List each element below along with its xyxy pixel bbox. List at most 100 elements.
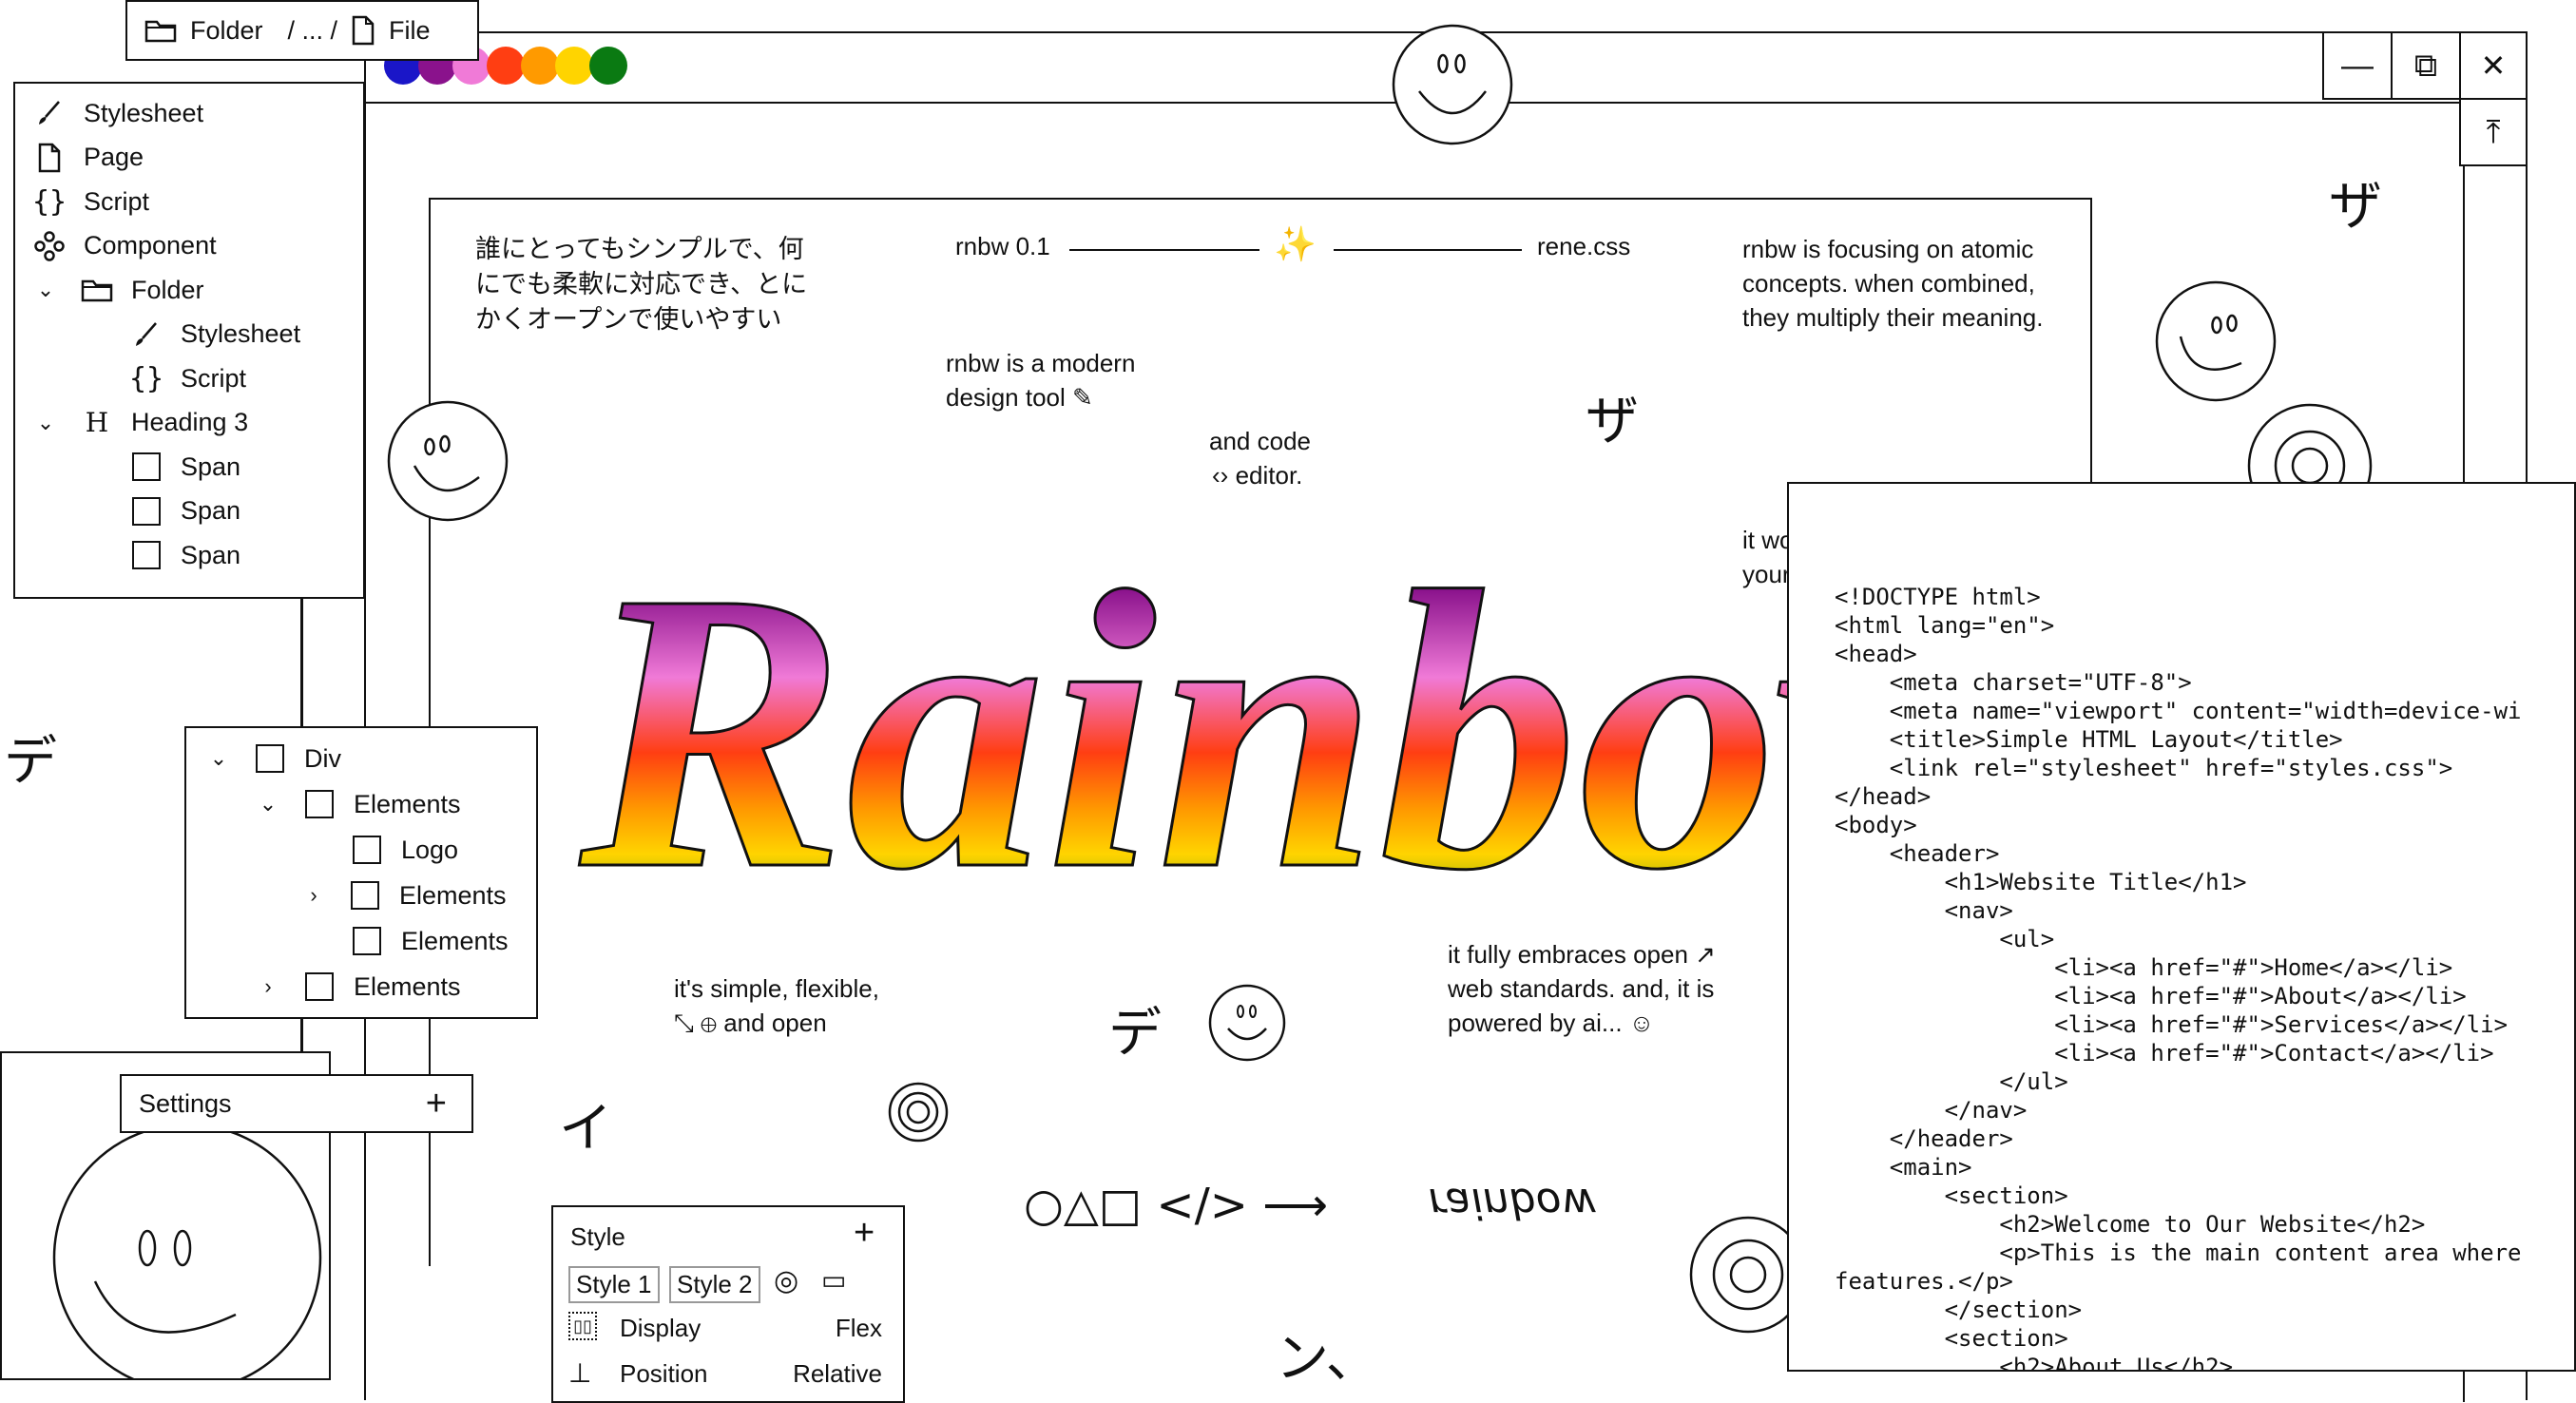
simple-text-1: it's simple, flexible, xyxy=(674,974,879,1003)
layer-item-label: Page xyxy=(84,143,144,171)
close-button[interactable]: ✕ xyxy=(2459,31,2528,100)
smiley-icon xyxy=(1392,24,1513,145)
smile-icon: ☺ xyxy=(1628,1009,1655,1037)
code-lines: <!DOCTYPE html> <html lang="en"> <head> <m… xyxy=(1835,583,2574,1372)
layer-item[interactable]: Span xyxy=(129,444,240,490)
layer-item[interactable]: Page xyxy=(32,135,144,181)
target-ring-icon xyxy=(888,1082,949,1143)
collapse-button[interactable]: ⤒ xyxy=(2459,98,2528,166)
divider xyxy=(1334,249,1522,251)
tree-item-label: Logo xyxy=(401,835,459,864)
add-setting-button[interactable]: + xyxy=(426,1084,447,1124)
chevron-down-icon[interactable]: ⌄ xyxy=(32,411,59,435)
layer-item[interactable]: Component xyxy=(32,223,217,269)
kana-i: イ xyxy=(559,1098,612,1160)
settings-bar[interactable]: Settings + xyxy=(120,1074,473,1133)
link-rings-icon[interactable]: ◎ xyxy=(774,1264,798,1297)
layer-item-label: Folder xyxy=(131,275,204,304)
style-chip-2[interactable]: Style 2 xyxy=(669,1266,760,1303)
code-line: features.</p> xyxy=(1835,1268,2013,1295)
chevron-right-icon[interactable]: › xyxy=(300,883,327,908)
color-swatch[interactable] xyxy=(589,47,627,85)
hero-word: Rainbow xyxy=(573,509,1806,913)
style-chip-1[interactable]: Style 1 xyxy=(568,1266,660,1303)
color-swatch[interactable] xyxy=(521,47,559,85)
add-style-button[interactable]: + xyxy=(854,1213,875,1254)
file-icon xyxy=(352,15,375,46)
version-label: rnbw 0.1 xyxy=(955,232,1050,260)
code-line: <li><a href="#">Services</a></li> xyxy=(1835,1011,2509,1038)
checkbox-icon[interactable] xyxy=(302,970,336,1004)
layer-item-label: Component xyxy=(84,231,217,259)
layer-item-label: Span xyxy=(181,452,241,481)
content-page-edge xyxy=(2090,198,2092,483)
breadcrumb-folder[interactable]: Folder xyxy=(190,16,263,46)
tree-item[interactable]: › Elements xyxy=(300,873,507,918)
style-panel-title: Style xyxy=(570,1222,625,1251)
color-swatch[interactable] xyxy=(555,47,593,85)
modern-text-1: rnbw is a modern xyxy=(946,349,1136,377)
layer-item-label: Stylesheet xyxy=(181,319,301,348)
layer-item[interactable]: Span xyxy=(129,532,240,578)
element-tree-panel: ⌄ Div ⌄ Elements Logo › Elements Elements › Eleme… xyxy=(184,726,538,1019)
code-line: <p>This is the main content area where xyxy=(1835,1240,2522,1266)
atomic-text: rnbw is focusing on atomic concepts. whe… xyxy=(1742,235,2044,332)
breadcrumb: Folder / ... / File xyxy=(125,0,479,61)
tree-item[interactable]: Elements xyxy=(350,918,509,964)
checkbox-icon[interactable] xyxy=(348,878,382,913)
chevron-right-icon[interactable]: › xyxy=(255,974,281,999)
code-line: <li><a href="#">Contact</a></li> xyxy=(1835,1040,2494,1067)
chevron-down-icon[interactable]: ⌄ xyxy=(205,746,232,771)
layer-item[interactable]: Span xyxy=(129,489,240,534)
position-value[interactable]: Relative xyxy=(793,1359,882,1389)
layer-item[interactable]: Stylesheet xyxy=(129,312,300,357)
layer-item[interactable]: ⌄ H Heading 3 xyxy=(32,400,248,446)
tree-item[interactable]: ⌄ Div xyxy=(205,736,341,781)
tree-item-label: Elements xyxy=(354,971,461,1001)
code-editor[interactable]: <!DOCTYPE html> <html lang="en"> <head> <m… xyxy=(1787,482,2576,1372)
code-line: <title>Simple HTML Layout</title> xyxy=(1835,726,2343,753)
code-line: <h2>Welcome to Our Website</h2> xyxy=(1835,1211,2426,1238)
display-label: Display xyxy=(620,1314,702,1342)
layer-item[interactable]: {} Script xyxy=(129,356,246,401)
minimize-button[interactable]: — xyxy=(2322,31,2393,100)
layer-item[interactable]: ⌄ Folder xyxy=(32,267,204,313)
checkbox-icon[interactable] xyxy=(350,924,384,958)
chevron-down-icon[interactable]: ⌄ xyxy=(32,278,59,302)
tree-item-label: Div xyxy=(304,743,341,773)
restore-button[interactable]: ⧉ xyxy=(2391,31,2461,100)
shapes-row: ○△□ </> ⟶ xyxy=(1024,1179,1329,1232)
layer-item[interactable]: {} Script xyxy=(32,179,149,224)
code-line: <meta charset="UTF-8"> xyxy=(1835,669,2192,696)
connector-line xyxy=(300,589,303,728)
tree-item[interactable]: Logo xyxy=(350,827,458,873)
tree-item-label: Elements xyxy=(399,880,507,910)
display-value[interactable]: Flex xyxy=(836,1314,882,1343)
code-line: <header> xyxy=(1835,840,2000,867)
position-icon: ⊥ xyxy=(568,1358,592,1388)
code-line: </nav> xyxy=(1835,1097,2028,1124)
page-icon xyxy=(32,141,67,175)
code-line: </section> xyxy=(1835,1297,2083,1323)
devices-icon[interactable]: ▭ xyxy=(821,1264,846,1296)
checkbox-icon[interactable] xyxy=(302,787,336,821)
checkbox-icon[interactable] xyxy=(350,833,384,867)
layer-item[interactable]: Stylesheet xyxy=(32,90,203,136)
breadcrumb-file[interactable]: File xyxy=(389,16,431,46)
code-line: <head> xyxy=(1835,641,1917,667)
tree-item[interactable]: › Elements xyxy=(255,964,461,1009)
chevron-down-icon[interactable]: ⌄ xyxy=(255,792,281,817)
resize-globe-icon: ⤡ ⊕ xyxy=(674,1009,717,1037)
code-line: <li><a href="#">About</a></li> xyxy=(1835,983,2467,1009)
modern-text-2-label: design tool xyxy=(946,383,1066,412)
brush-icon xyxy=(129,317,163,352)
braces-icon: {} xyxy=(128,361,164,395)
kana-za: ザ xyxy=(2329,176,2382,238)
brush-icon xyxy=(32,96,67,130)
code-line: <nav> xyxy=(1835,897,2013,924)
tree-item[interactable]: ⌄ Elements xyxy=(255,781,461,827)
layer-item-label: Heading 3 xyxy=(131,408,249,436)
code-line: <h2>About Us</h2> xyxy=(1835,1354,2234,1372)
checkbox-icon[interactable] xyxy=(253,741,287,776)
color-swatch[interactable] xyxy=(487,47,525,85)
